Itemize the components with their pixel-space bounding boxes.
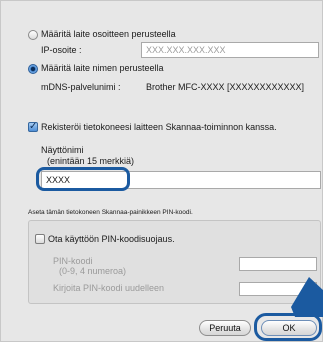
ip-label: IP-osoite : <box>41 45 82 55</box>
register-checkbox[interactable]: ✓ <box>28 122 38 132</box>
mdns-label: mDNS-palvelunimi : <box>41 82 121 92</box>
pin-field[interactable] <box>239 257 317 271</box>
pointer-arrow-icon <box>291 277 323 317</box>
pin-hint: (0-9, 4 numeroa) <box>59 266 127 276</box>
ip-address-field[interactable]: XXX.XXX.XXX.XXX <box>141 42 319 58</box>
scanner-settings-dialog: Määritä laite osoitteen perusteella IP-o… <box>0 0 323 342</box>
pin-label: PIN-koodi <box>53 256 93 266</box>
display-name-highlight <box>36 167 130 191</box>
name-radio-label: Määritä laite nimen perusteella <box>41 63 164 73</box>
name-radio[interactable] <box>28 64 38 74</box>
pin-section-caption: Aseta tämän tietokoneen Skannaa-painikke… <box>28 209 193 216</box>
pin-repeat-label: Kirjoita PIN-koodi uudelleen <box>53 283 165 293</box>
register-checkbox-label: Rekisteröi tietokoneesi laitteen Skannaa… <box>41 122 277 132</box>
ok-button-highlight <box>254 313 322 341</box>
cancel-button[interactable]: Peruuta <box>199 320 251 336</box>
mdns-value: Brother MFC-XXXX [XXXXXXXXXXXX] <box>146 82 305 92</box>
address-radio[interactable] <box>28 30 38 40</box>
display-name-label: Näyttönimi <box>41 145 84 155</box>
pin-enable-label: Ota käyttöön PIN-koodisuojaus. <box>48 234 175 244</box>
pin-enable-checkbox[interactable] <box>35 234 45 244</box>
address-radio-label: Määritä laite osoitteen perusteella <box>41 29 176 39</box>
display-name-hint: (enintään 15 merkkiä) <box>47 156 135 166</box>
